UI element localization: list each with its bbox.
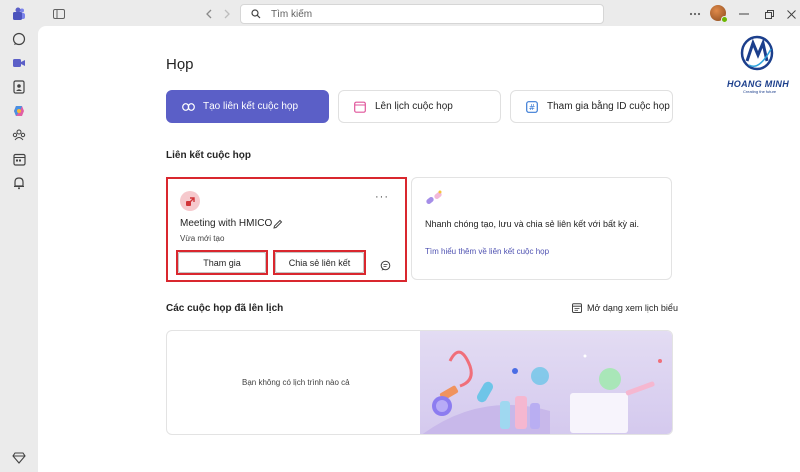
hashtag-icon: # bbox=[525, 100, 539, 114]
contacts-icon[interactable] bbox=[11, 79, 27, 95]
scheduled-meetings-card: Bạn không có lịch trình nào cả bbox=[166, 330, 673, 435]
communities-icon[interactable] bbox=[11, 127, 27, 143]
meeting-link-info-card: Nhanh chóng tạo, lưu và chia sẻ liên kết… bbox=[411, 177, 672, 280]
search-icon bbox=[251, 9, 261, 19]
close-icon[interactable] bbox=[782, 5, 800, 23]
chat-bubble-icon[interactable] bbox=[380, 258, 391, 276]
edit-pencil-icon[interactable] bbox=[272, 217, 283, 235]
search-input[interactable]: Tìm kiếm bbox=[240, 4, 604, 24]
meeting-title: Meeting with HMICO bbox=[180, 218, 273, 229]
join-button[interactable]: Tham gia bbox=[176, 250, 268, 275]
more-options-button[interactable]: ··· bbox=[375, 191, 389, 203]
maximize-icon[interactable] bbox=[760, 5, 778, 23]
info-description: Nhanh chóng tạo, lưu và chia sẻ liên kết… bbox=[425, 219, 640, 229]
calendar-add-icon bbox=[353, 100, 367, 114]
teams-logo-icon bbox=[11, 6, 27, 22]
join-with-id-label: Tham gia bằng ID cuộc họp bbox=[547, 101, 670, 112]
join-with-id-button[interactable]: # Tham gia bằng ID cuộc họp bbox=[510, 90, 673, 123]
meeting-link-card[interactable]: ··· Meeting with HMICO Vừa mới tạo Tham … bbox=[166, 177, 407, 282]
empty-schedule-text: Bạn không có lịch trình nào cả bbox=[242, 378, 350, 387]
open-calendar-view-button[interactable]: Mở dạng xem lịch biểu bbox=[572, 303, 678, 313]
join-label: Tham gia bbox=[203, 257, 241, 268]
schedule-meeting-button[interactable]: Lên lịch cuộc họp bbox=[338, 90, 501, 123]
forward-icon[interactable] bbox=[218, 5, 236, 23]
back-icon[interactable] bbox=[200, 5, 218, 23]
main-panel: Họp Tạo liên kết cuộc họp Lên lịch cuộc … bbox=[38, 26, 800, 472]
calendar-view-icon bbox=[572, 303, 582, 313]
watermark-brand: HOANG MINH bbox=[727, 79, 789, 89]
create-meeting-link-label: Tạo liên kết cuộc họp bbox=[203, 101, 299, 112]
meeting-created-status: Vừa mới tạo bbox=[180, 234, 225, 243]
share-link-label: Chia sẻ liên kết bbox=[288, 257, 351, 268]
more-options-icon[interactable] bbox=[686, 5, 704, 23]
link-icon bbox=[181, 100, 195, 114]
learn-more-link[interactable]: Tìm hiểu thêm về liên kết cuộc họp bbox=[425, 247, 549, 256]
copilot-icon[interactable] bbox=[11, 103, 27, 119]
app-rail bbox=[0, 0, 38, 472]
calendar-view-label: Mở dạng xem lịch biểu bbox=[587, 303, 678, 313]
watermark-tagline: Creating the future bbox=[743, 89, 777, 94]
sidebar-toggle-icon[interactable] bbox=[50, 5, 68, 23]
meet-icon[interactable] bbox=[11, 55, 27, 71]
minimize-icon[interactable] bbox=[735, 5, 753, 23]
avatar[interactable] bbox=[710, 5, 728, 23]
premium-diamond-icon[interactable] bbox=[11, 450, 27, 466]
calendar-icon[interactable] bbox=[11, 151, 27, 167]
meeting-links-heading: Liên kết cuộc họp bbox=[166, 150, 252, 161]
schedule-meeting-label: Lên lịch cuộc họp bbox=[375, 101, 453, 112]
link-illustration-icon bbox=[424, 188, 446, 215]
svg-text:#: # bbox=[529, 103, 536, 112]
chat-icon[interactable] bbox=[11, 31, 27, 47]
meeting-link-icon bbox=[180, 191, 200, 211]
presence-icon bbox=[721, 16, 728, 23]
create-meeting-link-button[interactable]: Tạo liên kết cuộc họp bbox=[166, 90, 329, 123]
page-title: Họp bbox=[166, 56, 194, 73]
celebration-illustration bbox=[420, 331, 672, 434]
title-bar: Tìm kiếm bbox=[0, 0, 800, 28]
bell-icon[interactable] bbox=[11, 175, 27, 191]
share-link-button[interactable]: Chia sẻ liên kết bbox=[273, 250, 366, 275]
search-placeholder: Tìm kiếm bbox=[271, 8, 313, 20]
scheduled-meetings-heading: Các cuộc họp đã lên lịch bbox=[166, 303, 284, 314]
